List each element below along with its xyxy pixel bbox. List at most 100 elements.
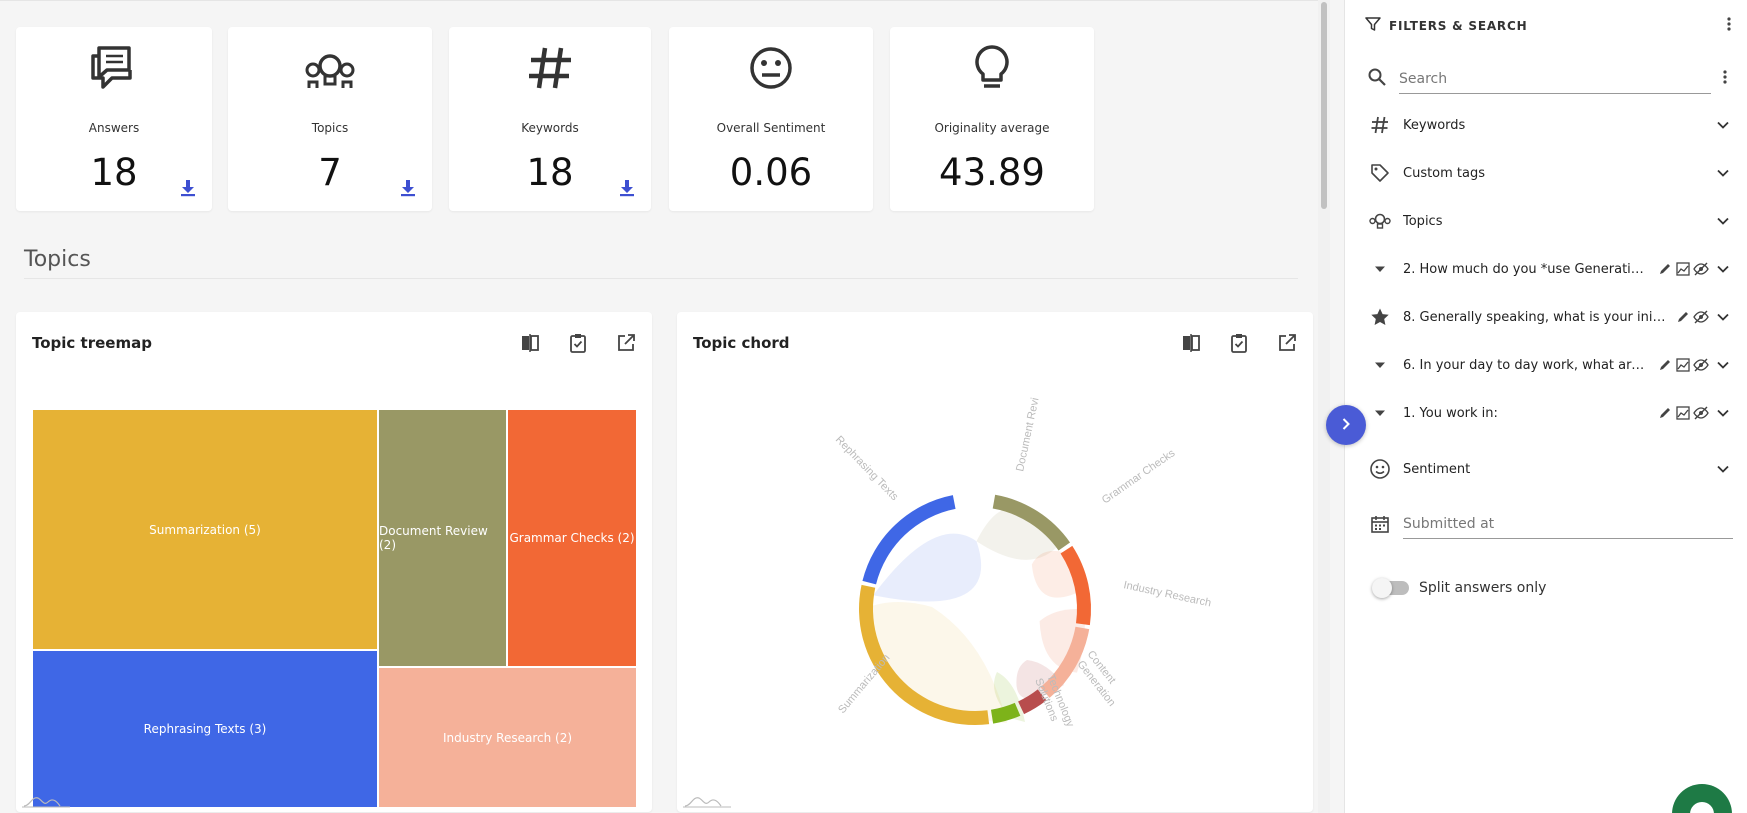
chart-icon[interactable] (1675, 405, 1691, 421)
filter-keywords[interactable]: Keywords (1367, 105, 1733, 145)
stat-value: 43.89 (939, 151, 1045, 194)
sparkline-icon (683, 797, 731, 808)
filter-label: Sentiment (1403, 461, 1471, 477)
filter-label: Custom tags (1403, 165, 1486, 181)
filters-sidebar: FILTERS & SEARCH Keywords Custom tags To… (1344, 0, 1747, 813)
hashtag-icon (449, 44, 651, 92)
question-filter[interactable]: 1. You work in: (1367, 393, 1733, 433)
chord-label: Rephrasing Texts (833, 434, 901, 504)
chevron-down-icon[interactable] (1713, 211, 1733, 231)
filter-label: Topics (1403, 213, 1443, 229)
chevron-down-icon[interactable] (1713, 163, 1733, 183)
chat-icon (16, 44, 212, 92)
calendar-icon (1367, 511, 1393, 537)
treemap-label: Industry Research (2) (442, 730, 573, 745)
scrollbar-thumb[interactable] (1321, 2, 1327, 209)
treemap-panel: Topic treemap Summarization (5) Document… (16, 312, 652, 812)
chord-diagram: Document Revi Grammar Checks Industry Re… (833, 397, 1212, 730)
question-filter[interactable]: 2. How much do you *use Generative AI... (1367, 249, 1733, 289)
stat-card-sentiment: Overall Sentiment 0.06 (669, 27, 873, 211)
sidebar-title: FILTERS & SEARCH (1389, 19, 1528, 33)
chart-icon[interactable] (1675, 261, 1691, 277)
filter-icon (1365, 16, 1381, 36)
topics-icon (1367, 208, 1393, 234)
download-icon[interactable] (400, 179, 416, 197)
search-input[interactable] (1399, 64, 1711, 94)
submitted-at-input[interactable] (1403, 509, 1733, 539)
stat-card-originality: Originality average 43.89 (890, 27, 1094, 211)
stat-value: 0.06 (729, 151, 813, 194)
download-icon[interactable] (180, 179, 196, 197)
treemap-cell[interactable]: Document Review (2) (378, 409, 507, 667)
chevron-down-icon[interactable] (1713, 355, 1733, 375)
treemap-cell[interactable]: Summarization (5) (32, 409, 378, 650)
question-label: 2. How much do you *use Generative AI... (1403, 261, 1651, 277)
more-vert-icon[interactable] (1717, 69, 1733, 89)
sparkline-icon (22, 797, 70, 808)
question-filter[interactable]: 8. Generally speaking, what is your init… (1367, 297, 1733, 337)
stat-label: Overall Sentiment (716, 121, 826, 135)
edit-icon[interactable] (1657, 261, 1673, 277)
chevron-down-icon[interactable] (1713, 259, 1733, 279)
question-filter[interactable]: 6. In your day to day work, what are th.… (1367, 345, 1733, 385)
lightbulb-icon (890, 44, 1094, 92)
toggle-label: Split answers only (1419, 580, 1547, 596)
treemap-cell[interactable]: Rephrasing Texts (3) (32, 650, 378, 808)
chord-label: Document Revi (1014, 397, 1041, 473)
edit-icon[interactable] (1675, 309, 1691, 325)
chevron-down-icon[interactable] (1713, 403, 1733, 423)
stat-label: Keywords (521, 121, 579, 135)
stat-label: Originality average (934, 121, 1050, 135)
chat-icon (1690, 802, 1714, 813)
visibility-off-icon[interactable] (1693, 309, 1709, 325)
panel-title: Topic chord (693, 334, 790, 352)
open-external-icon[interactable] (614, 331, 638, 355)
more-vert-icon[interactable] (1721, 16, 1737, 36)
star-icon[interactable] (1367, 304, 1393, 330)
visibility-off-icon[interactable] (1693, 357, 1709, 373)
collapse-sidebar-button[interactable] (1326, 405, 1366, 445)
search-icon (1367, 67, 1387, 91)
chord-panel: Topic chord Document Revi Grammar Checks… (677, 312, 1313, 812)
dashboard-main: Answers 18 Topics 7 Keywords 18 Overall … (0, 0, 1318, 813)
chevron-down-icon[interactable] (1713, 115, 1733, 135)
open-external-icon[interactable] (1275, 331, 1299, 355)
topics-icon (228, 44, 432, 92)
visibility-off-icon[interactable] (1693, 405, 1709, 421)
clipboard-check-icon[interactable] (566, 331, 590, 355)
caret-down-icon[interactable] (1367, 256, 1393, 282)
compare-icon[interactable] (1179, 331, 1203, 355)
filter-sentiment[interactable]: Sentiment (1367, 449, 1733, 489)
treemap-label: Rephrasing Texts (3) (143, 722, 267, 736)
compare-icon[interactable] (518, 331, 542, 355)
treemap-label: Document Review (2) (379, 524, 488, 552)
treemap-cell[interactable]: Industry Research (2) (378, 667, 637, 808)
edit-icon[interactable] (1657, 405, 1673, 421)
stat-card-keywords: Keywords 18 (449, 27, 651, 211)
neutral-face-icon (669, 44, 873, 92)
stat-card-answers: Answers 18 (16, 27, 212, 211)
chart-icon[interactable] (1675, 357, 1691, 373)
edit-icon[interactable] (1657, 357, 1673, 373)
filter-topics[interactable]: Topics (1367, 201, 1733, 241)
treemap-cell[interactable]: Grammar Checks (2) (507, 409, 637, 667)
date-filter-row (1367, 504, 1733, 544)
stat-label: Answers (88, 121, 140, 135)
search-row (1367, 62, 1733, 96)
chevron-down-icon[interactable] (1713, 459, 1733, 479)
treemap-label: Summarization (5) (149, 522, 261, 537)
download-icon[interactable] (619, 179, 635, 197)
caret-down-icon[interactable] (1367, 400, 1393, 426)
visibility-off-icon[interactable] (1693, 261, 1709, 277)
filter-custom-tags[interactable]: Custom tags (1367, 153, 1733, 193)
panel-title: Topic treemap (32, 334, 152, 352)
caret-down-icon[interactable] (1367, 352, 1393, 378)
chevron-down-icon[interactable] (1713, 307, 1733, 327)
section-title: Topics (24, 247, 91, 272)
chord-label: Industry Research (1122, 579, 1212, 609)
toggle-knob[interactable] (1372, 578, 1392, 598)
main-scrollbar[interactable] (1318, 0, 1330, 813)
clipboard-check-icon[interactable] (1227, 331, 1251, 355)
chevron-right-icon (1339, 416, 1353, 435)
split-answers-toggle[interactable] (1372, 578, 1409, 598)
